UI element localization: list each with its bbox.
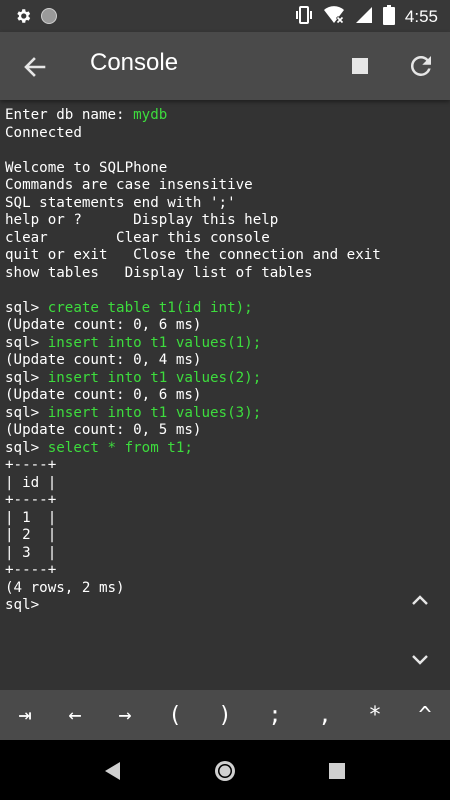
console-line: (Update count: 0, 6 ms) (5, 387, 445, 405)
console-command-text: mydb (133, 107, 168, 123)
console-text: SQL statements end with ';' (5, 194, 236, 211)
console-text: sql> (5, 439, 48, 456)
signal-icon (355, 6, 373, 28)
console-text: +----+ (5, 457, 57, 473)
home-circle-icon[interactable] (212, 758, 238, 784)
system-nav-bar (0, 740, 450, 800)
console-line: clear Clear this console (5, 230, 445, 248)
console-line: +----+ (5, 492, 445, 510)
console-line: sql> insert into t1 values(2); (5, 370, 445, 388)
console-line: | 3 | (5, 545, 445, 563)
chevron-down-icon[interactable] (404, 646, 436, 674)
console-text: | 2 | (5, 527, 57, 543)
console-line: sql> (5, 597, 445, 615)
console-text: sql> (5, 597, 40, 613)
console-line: +----+ (5, 457, 445, 475)
console-line: (Update count: 0, 4 ms) (5, 352, 445, 370)
console-text: (4 rows, 2 ms) (5, 579, 125, 596)
console-line: | 2 | (5, 527, 445, 545)
console-line: sql> create table t1(id int); (5, 300, 445, 318)
console-line: | 1 | (5, 510, 445, 528)
console-text: Connected (5, 124, 82, 141)
console-command-text: select * from t1; (47, 439, 193, 456)
console-text: | 1 | (5, 509, 57, 526)
console-text: +----+ (5, 562, 57, 578)
record-dot-icon (40, 7, 58, 29)
open-paren-key[interactable]: ( (150, 690, 200, 740)
console-text: Welcome to SQLPhone (5, 159, 168, 176)
console-command-text: create table t1(id int); (47, 299, 253, 316)
console-command-text: insert into t1 values(1); (47, 334, 262, 351)
console-line: SQL statements end with ';' (5, 195, 445, 213)
battery-icon (382, 5, 395, 29)
clock-time: 4:55 (404, 7, 438, 26)
console-text: sql> (5, 299, 48, 316)
comma-key[interactable]: , (300, 690, 350, 740)
console-command-text: insert into t1 values(2); (47, 369, 262, 386)
console-text: sql> (5, 404, 48, 421)
back-triangle-icon[interactable] (100, 758, 126, 784)
console-text: +----+ (5, 492, 57, 508)
console-text: | id | (5, 474, 57, 491)
left-arrow-key[interactable]: ← (50, 690, 100, 740)
console-text: show tables Display list of tables (5, 264, 313, 281)
console-text: Enter db name: (5, 107, 134, 123)
console-command-text: insert into t1 values(3); (47, 404, 262, 421)
asterisk-key[interactable]: * (350, 690, 400, 740)
console-line: quit or exit Close the connection and ex… (5, 247, 445, 265)
console-line: sql> select * from t1; (5, 440, 445, 458)
console-output[interactable]: Enter db name: mydb Connected Welcome to S… (5, 107, 445, 615)
recents-square-icon[interactable] (324, 758, 350, 784)
console-line: Welcome to SQLPhone (5, 160, 445, 178)
console-text: sql> (5, 334, 48, 351)
console-line: show tables Display list of tables (5, 265, 445, 283)
back-arrow-icon[interactable] (18, 50, 52, 84)
console-text: (Update count: 0, 6 ms) (5, 387, 202, 403)
console-text: (Update count: 0, 4 ms) (5, 352, 202, 368)
console-line: Enter db name: mydb (5, 107, 445, 125)
close-paren-key[interactable]: ) (200, 690, 250, 740)
console-text: | 3 | (5, 544, 57, 561)
console-text: (Update count: 0, 6 ms) (5, 317, 202, 333)
page-title: Console (90, 49, 179, 76)
console-text: help or ? Display this help (5, 212, 279, 228)
right-arrow-key[interactable]: → (100, 690, 150, 740)
console-line: (Update count: 0, 5 ms) (5, 422, 445, 440)
console-text: Commands are case insensitive (5, 177, 253, 193)
extra-keys-bar: ⇥ ← →();, * ^ (0, 690, 450, 740)
console-line: (Update count: 0, 6 ms) (5, 317, 445, 335)
console-text: (Update count: 0, 5 ms) (5, 422, 202, 438)
console-text: quit or exit Close the connection and ex… (5, 247, 381, 263)
console-line: Connected (5, 125, 445, 143)
semicolon-key[interactable]: ; (250, 690, 300, 740)
settings-icon (14, 7, 32, 29)
console-text: sql> (5, 369, 48, 386)
console-line: (4 rows, 2 ms) (5, 580, 445, 598)
vibrate-icon (295, 5, 313, 29)
console-line: sql> insert into t1 values(1); (5, 335, 445, 353)
console-line: sql> insert into t1 values(3); (5, 405, 445, 423)
caret-up-key[interactable]: ^ (400, 690, 450, 740)
console-line: +----+ (5, 562, 445, 580)
console-line: Commands are case insensitive (5, 177, 445, 195)
console-line: help or ? Display this help (5, 212, 445, 230)
app-bar: Console (0, 32, 450, 100)
wifi-off-icon (323, 5, 345, 29)
console-text: clear Clear this console (5, 229, 270, 246)
stop-icon[interactable] (348, 54, 372, 78)
console-line: | id | (5, 475, 445, 493)
refresh-icon[interactable] (406, 51, 436, 81)
chevron-up-icon[interactable] (404, 586, 436, 614)
tab-key[interactable]: ⇥ (0, 690, 50, 740)
status-bar: 4:55 (0, 0, 450, 32)
